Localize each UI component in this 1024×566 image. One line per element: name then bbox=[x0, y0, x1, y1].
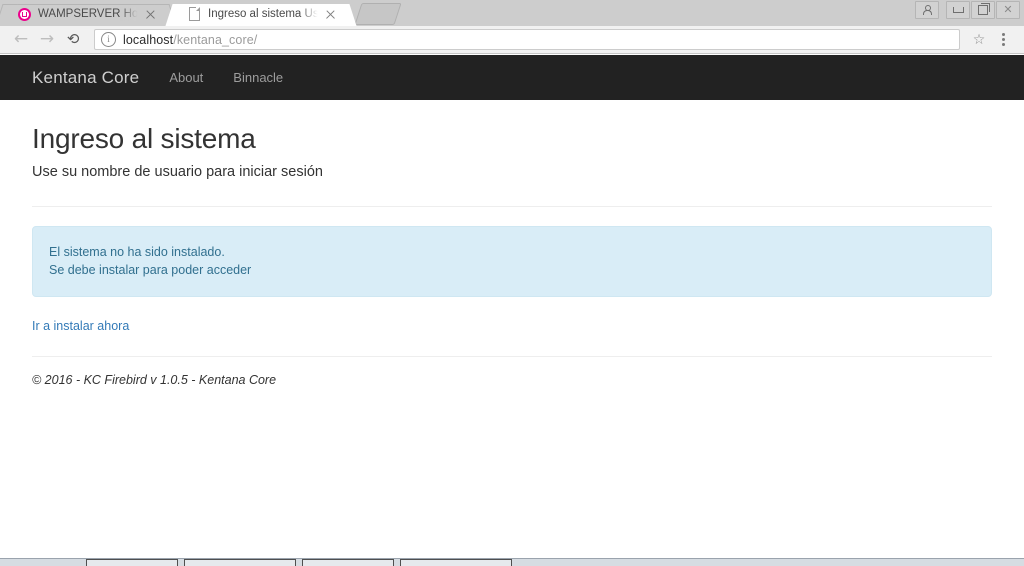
taskbar-window-button[interactable] bbox=[400, 559, 512, 566]
menu-dot-icon bbox=[1001, 43, 1005, 46]
divider-top bbox=[32, 206, 992, 207]
menu-dot-icon bbox=[1001, 38, 1005, 41]
minimize-button[interactable] bbox=[946, 1, 970, 19]
url-path: /kentana_core/ bbox=[173, 32, 258, 47]
page-subtitle: Use su nombre de usuario para iniciar se… bbox=[32, 164, 323, 180]
window-controls: ✕ bbox=[915, 1, 1020, 19]
page-title: Ingreso al sistema bbox=[32, 123, 256, 154]
browser-toolbar: ← → ⟳ i localhost/kentana_core/ ☆ bbox=[0, 26, 1024, 54]
taskbar-window-button[interactable] bbox=[86, 559, 178, 566]
alert-line-1: El sistema no ha sido instalado. bbox=[49, 245, 225, 259]
os-taskbar bbox=[0, 558, 1024, 566]
url-host: localhost bbox=[123, 32, 174, 47]
bookmark-button[interactable]: ☆ bbox=[968, 29, 990, 51]
menu-dot-icon bbox=[1001, 33, 1005, 36]
alert-line-2: Se debe instalar para poder acceder bbox=[49, 263, 252, 277]
browser-tab-wampserver[interactable]: WAMPSERVER Homepage bbox=[0, 2, 177, 26]
nav-link-binnacle[interactable]: Binnacle bbox=[233, 70, 283, 85]
nav-link-about[interactable]: About bbox=[169, 70, 203, 85]
browser-window: WAMPSERVER Homepage Ingreso al sistema U… bbox=[0, 0, 1024, 566]
tab-title: Ingreso al sistema Use su bbox=[208, 7, 322, 21]
page-container: Ingreso al sistema Use su nombre de usua… bbox=[32, 123, 992, 387]
browser-tab-ingreso-al-sistema[interactable]: Ingreso al sistema Use su bbox=[165, 2, 357, 26]
tab-close-icon[interactable] bbox=[324, 7, 338, 21]
address-bar[interactable]: i localhost/kentana_core/ bbox=[94, 29, 960, 50]
new-tab-button[interactable] bbox=[354, 3, 402, 25]
site-navbar: Kentana Core About Binnacle bbox=[0, 55, 1024, 100]
reload-button[interactable]: ⟳ bbox=[60, 27, 86, 53]
star-icon: ☆ bbox=[972, 31, 986, 48]
back-button[interactable]: ← bbox=[8, 27, 34, 53]
chrome-menu-button[interactable] bbox=[992, 28, 1014, 52]
taskbar-window-button[interactable] bbox=[184, 559, 296, 566]
url-text: localhost/kentana_core/ bbox=[123, 33, 257, 47]
tab-title: WAMPSERVER Homepage bbox=[38, 7, 142, 21]
back-arrow-icon: ← bbox=[13, 29, 29, 49]
tab-close-icon[interactable] bbox=[144, 7, 158, 21]
alert-not-installed: El sistema no ha sido instalado. Se debe… bbox=[32, 226, 992, 297]
document-icon bbox=[186, 6, 202, 22]
forward-button[interactable]: → bbox=[34, 27, 60, 53]
forward-arrow-icon: → bbox=[39, 29, 55, 49]
close-window-button[interactable]: ✕ bbox=[996, 1, 1020, 19]
profile-person-icon[interactable] bbox=[915, 1, 939, 19]
page-viewport: Kentana Core About Binnacle Ingreso al s… bbox=[0, 55, 1024, 558]
reload-icon: ⟳ bbox=[66, 30, 80, 48]
tab-strip: WAMPSERVER Homepage Ingreso al sistema U… bbox=[0, 0, 1024, 26]
site-info-icon[interactable]: i bbox=[101, 32, 116, 47]
wamp-logo-icon bbox=[16, 6, 32, 22]
navbar-brand[interactable]: Kentana Core bbox=[32, 68, 139, 88]
divider-footer bbox=[32, 356, 992, 357]
taskbar-window-button[interactable] bbox=[302, 559, 394, 566]
page-footer: © 2016 - KC Firebird v 1.0.5 - Kentana C… bbox=[32, 373, 277, 387]
restore-button[interactable] bbox=[971, 1, 995, 19]
install-now-link[interactable]: Ir a instalar ahora bbox=[32, 319, 129, 333]
